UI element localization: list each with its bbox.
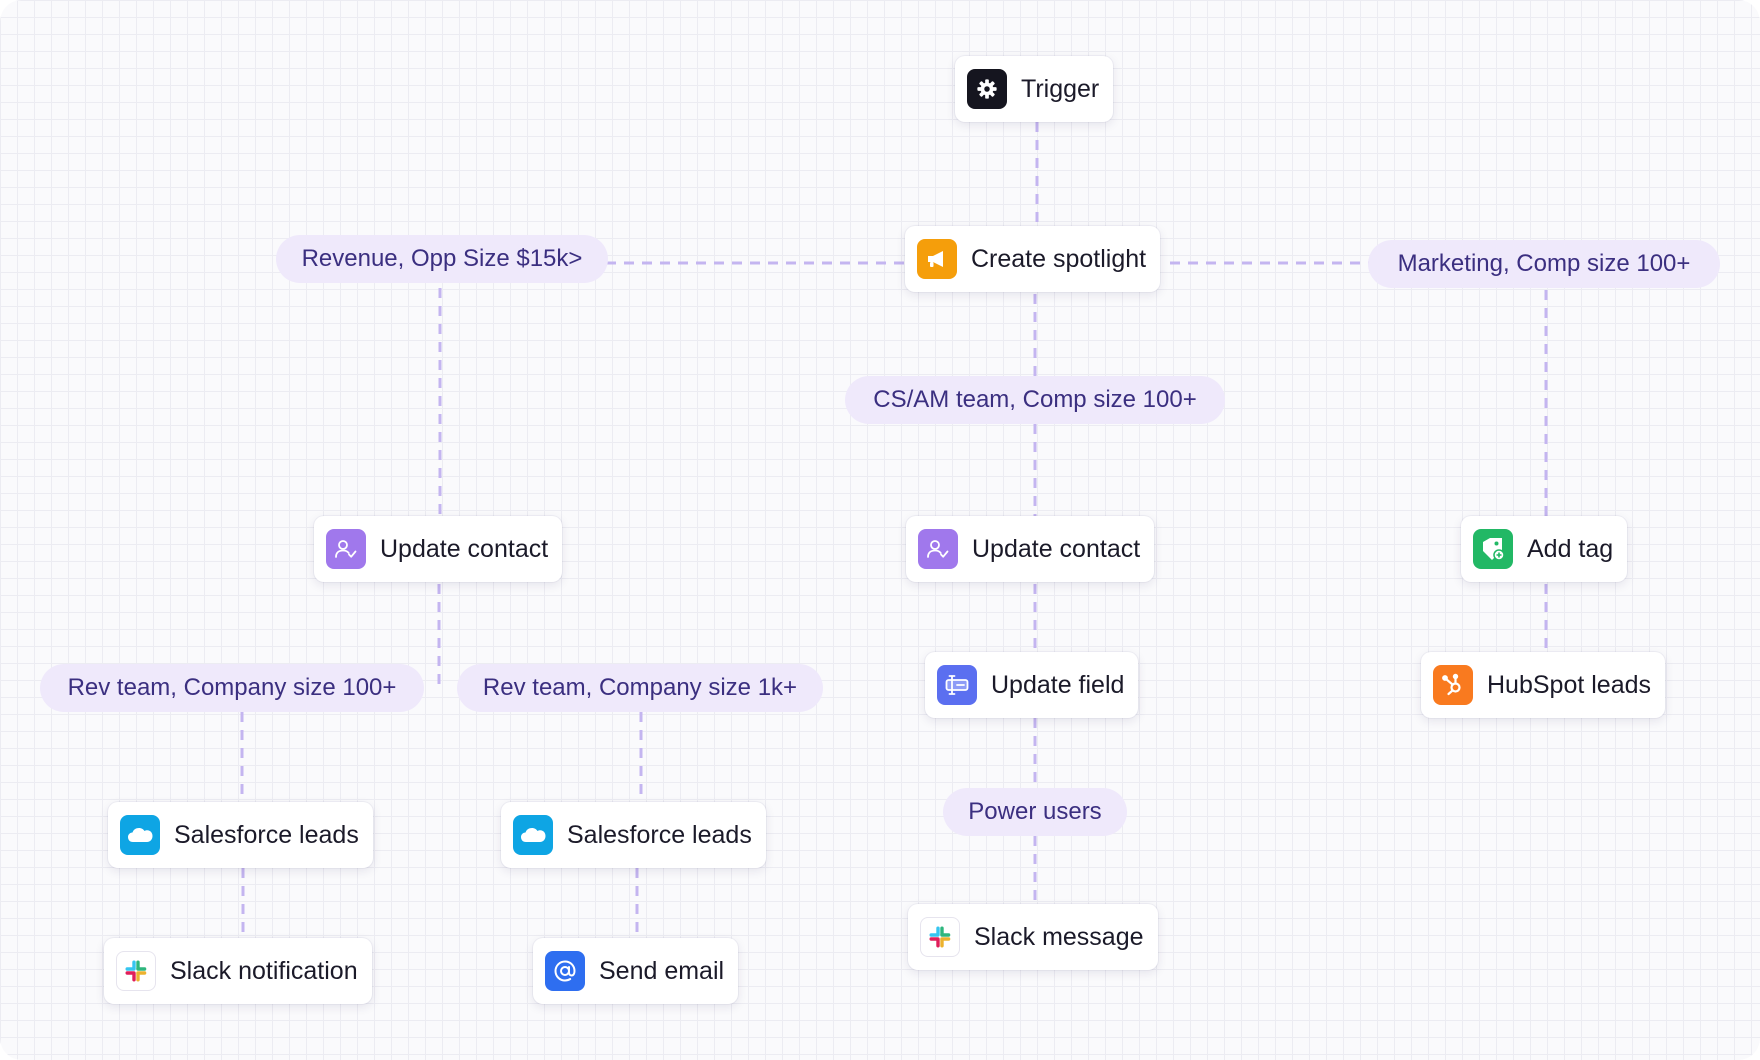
condition-revenue[interactable]: Revenue, Opp Size $15k> <box>276 235 608 283</box>
slack-icon <box>116 951 156 991</box>
node-label: Send email <box>599 956 725 985</box>
node-update-contact-mid[interactable]: Update contact <box>906 516 1155 582</box>
node-salesforce-leads-1[interactable]: Salesforce leads <box>108 802 373 868</box>
node-hubspot-leads[interactable]: HubSpot leads <box>1421 652 1666 718</box>
node-label: HubSpot leads <box>1487 670 1652 699</box>
node-update-field[interactable]: Update field <box>925 652 1139 718</box>
condition-rev-1k[interactable]: Rev team, Company size 1k+ <box>457 664 823 712</box>
condition-cs-am[interactable]: CS/AM team, Comp size 100+ <box>845 376 1225 424</box>
node-label: Slack notification <box>170 956 358 985</box>
condition-power-users[interactable]: Power users <box>943 788 1127 836</box>
tag-icon <box>1473 529 1513 569</box>
user-check-icon <box>326 529 366 569</box>
salesforce-cloud-icon <box>120 815 160 855</box>
node-salesforce-leads-2[interactable]: Salesforce leads <box>501 802 766 868</box>
node-label: Slack message <box>974 922 1144 951</box>
hubspot-icon <box>1433 665 1473 705</box>
at-sign-icon <box>545 951 585 991</box>
node-label: Salesforce leads <box>567 820 752 849</box>
node-update-contact-left[interactable]: Update contact <box>314 516 563 582</box>
node-add-tag[interactable]: Add tag <box>1461 516 1628 582</box>
condition-rev-100[interactable]: Rev team, Company size 100+ <box>40 664 424 712</box>
salesforce-cloud-icon <box>513 815 553 855</box>
node-trigger[interactable]: Trigger <box>955 56 1114 122</box>
node-label: Trigger <box>1021 74 1100 103</box>
node-label: Update contact <box>972 534 1141 563</box>
node-create-spotlight[interactable]: Create spotlight <box>905 226 1161 292</box>
node-label: Salesforce leads <box>174 820 359 849</box>
node-label: Update contact <box>380 534 549 563</box>
condition-marketing[interactable]: Marketing, Comp size 100+ <box>1368 240 1720 288</box>
text-field-icon <box>937 665 977 705</box>
workflow-canvas: Revenue, Opp Size $15k> Marketing, Comp … <box>0 0 1760 1060</box>
node-slack-message[interactable]: Slack message <box>908 904 1158 970</box>
node-label: Update field <box>991 670 1125 699</box>
megaphone-icon <box>917 239 957 279</box>
node-label: Create spotlight <box>971 244 1147 273</box>
gear-icon <box>967 69 1007 109</box>
node-label: Add tag <box>1527 534 1614 563</box>
slack-icon <box>920 917 960 957</box>
user-check-icon <box>918 529 958 569</box>
node-send-email[interactable]: Send email <box>533 938 739 1004</box>
node-slack-notification[interactable]: Slack notification <box>104 938 372 1004</box>
